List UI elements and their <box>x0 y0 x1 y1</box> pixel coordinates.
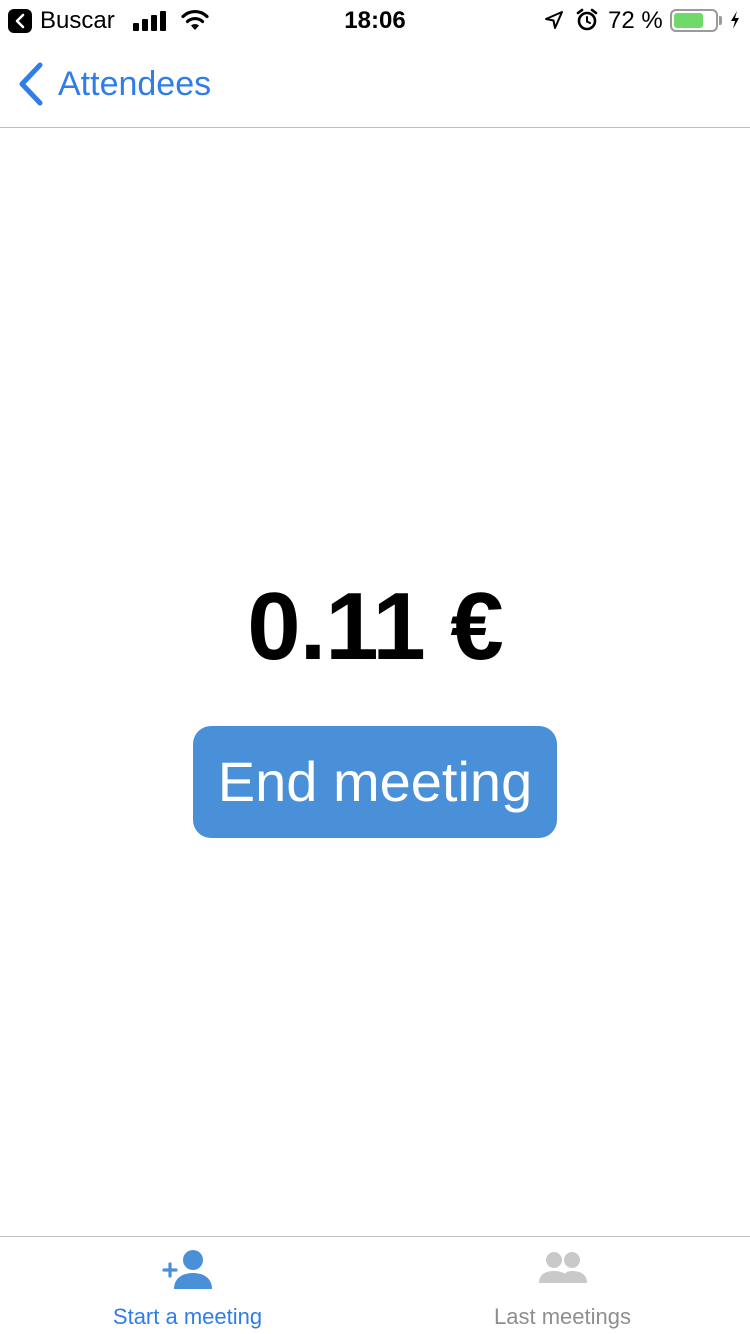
tab-start-meeting[interactable]: Start a meeting <box>0 1237 375 1334</box>
tab-bar: Start a meeting Last meetings <box>0 1236 750 1334</box>
back-button[interactable]: Attendees <box>18 60 211 108</box>
screen: Buscar 18:06 72 % Attendees 0.11 € End m… <box>0 0 750 1334</box>
back-button-label[interactable]: Attendees <box>58 65 211 104</box>
add-person-icon <box>162 1250 212 1289</box>
battery-percent: 72 % <box>608 7 663 34</box>
status-bar: Buscar 18:06 72 % <box>0 0 750 40</box>
tab-last-meetings-label: Last meetings <box>494 1304 631 1329</box>
tab-start-meeting-label: Start a meeting <box>112 1304 263 1329</box>
chevron-left-icon <box>19 62 43 106</box>
charging-icon <box>731 11 739 29</box>
people-icon <box>539 1252 587 1283</box>
meeting-cost: 0.11 € <box>247 573 504 680</box>
navigation-bar: Attendees <box>0 40 750 128</box>
location-icon <box>545 11 563 29</box>
battery-level-fill <box>674 13 703 28</box>
tab-last-meetings[interactable]: Last meetings <box>375 1237 750 1334</box>
battery-tip <box>719 16 722 25</box>
alarm-icon <box>576 8 598 31</box>
end-meeting-button[interactable]: End meeting <box>193 726 557 838</box>
battery-icon <box>670 9 718 32</box>
